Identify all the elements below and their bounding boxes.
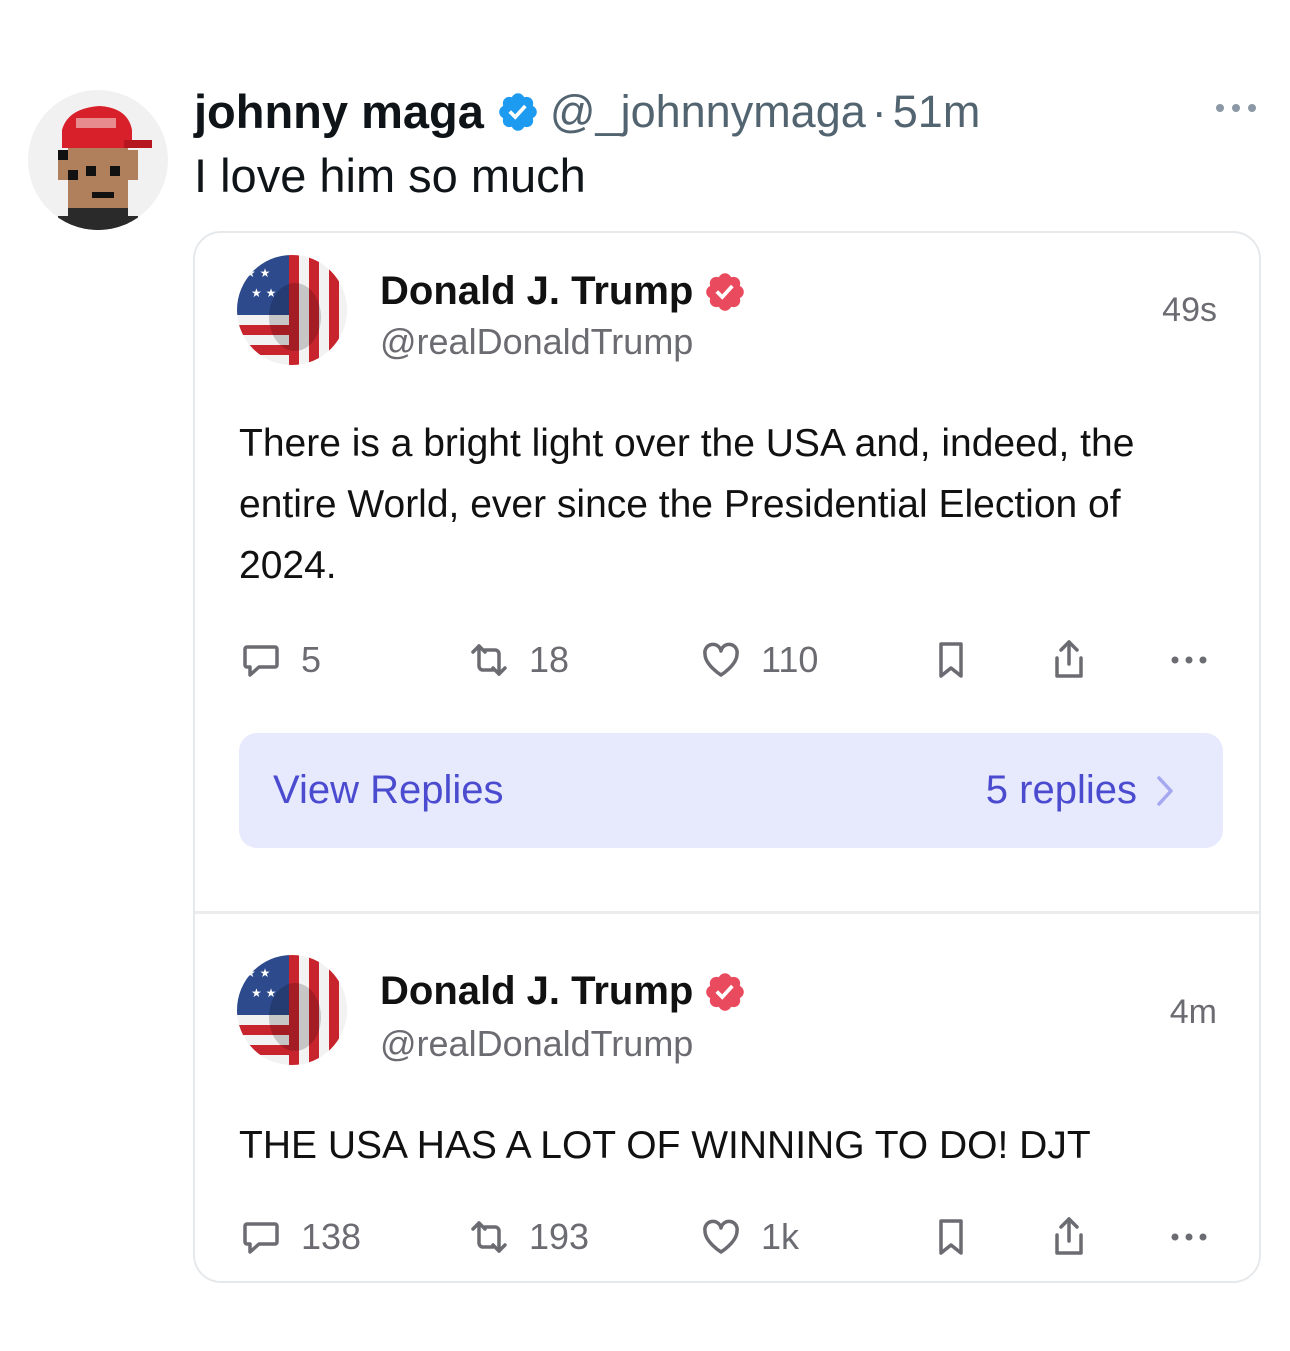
replies-count-link: 5 replies (986, 768, 1175, 813)
quoted-post-text: There is a bright light over the USA and… (239, 422, 1135, 587)
heart-icon (703, 1219, 739, 1254)
reply-button[interactable]: 138 (239, 1215, 361, 1259)
tweet-header: johnny maga @_johnnymaga · 51m (194, 84, 980, 139)
author-handle[interactable]: @_johnnymaga (550, 86, 866, 138)
comment-icon (243, 1222, 279, 1254)
user-avatar[interactable] (28, 90, 168, 230)
verified-badge-icon (706, 972, 745, 1011)
bookmark-button[interactable] (929, 638, 991, 682)
bookmark-button[interactable] (929, 1215, 991, 1259)
quoted-author-name-text: Donald J. Trump (380, 969, 694, 1013)
post-action-bar: 5 18 110 (239, 638, 1215, 688)
more-options-icon (1171, 1233, 1207, 1241)
more-options-button[interactable] (1167, 1215, 1229, 1259)
post-divider (195, 911, 1259, 914)
like-button[interactable]: 1k (699, 1215, 799, 1259)
repost-icon (471, 644, 507, 676)
repost-button[interactable]: 193 (467, 1215, 589, 1259)
quoted-media-card[interactable]: ★ ★ ★ ★ Donald J. Trump @realDonaldTrump… (193, 231, 1261, 1283)
separator-dot: · (871, 85, 887, 137)
quoted-author-name[interactable]: Donald J. Trump (380, 269, 747, 314)
svg-text:★ ★: ★ ★ (245, 266, 270, 280)
more-options-icon[interactable] (1212, 96, 1260, 120)
like-button[interactable]: 110 (699, 638, 818, 682)
svg-text:★ ★: ★ ★ (245, 966, 270, 980)
post-action-bar: 138 193 1k (239, 1215, 1215, 1265)
quoted-post-timestamp[interactable]: 49s (1162, 291, 1217, 330)
view-replies-label: View Replies (273, 768, 504, 812)
quoted-author-name-text: Donald J. Trump (380, 269, 694, 313)
svg-text:★ ★: ★ ★ (251, 286, 276, 300)
replies-count-label: 5 replies (985, 768, 1137, 812)
share-button[interactable] (1047, 1215, 1109, 1259)
trump-avatar[interactable]: ★ ★ ★ ★ (237, 955, 347, 1065)
chevron-right-icon (1157, 775, 1173, 806)
repost-button[interactable]: 18 (467, 638, 569, 682)
reply-button[interactable]: 5 (239, 638, 321, 682)
repost-count: 18 (529, 639, 570, 680)
more-options-icon (1171, 656, 1207, 664)
verified-badge-icon (499, 92, 537, 131)
more-options-button[interactable] (1167, 638, 1229, 682)
verified-badge-icon (706, 272, 745, 311)
tweet-text: I love him so much (194, 149, 586, 202)
reply-count: 5 (301, 639, 322, 680)
share-icon (1055, 1217, 1083, 1255)
like-count: 110 (761, 639, 819, 680)
svg-text:★ ★: ★ ★ (251, 986, 276, 1000)
trump-avatar[interactable]: ★ ★ ★ ★ (237, 255, 347, 365)
comment-icon (243, 645, 279, 677)
quoted-post: ★ ★ ★ ★ Donald J. Trump @realDonaldTrump… (195, 233, 1259, 913)
quoted-post: ★ ★ ★ ★ Donald J. Trump @realDonaldTrump… (195, 915, 1259, 1281)
quoted-author-name[interactable]: Donald J. Trump (380, 969, 747, 1014)
share-button[interactable] (1047, 638, 1109, 682)
author-name[interactable]: johnny maga (194, 84, 484, 139)
quoted-post-timestamp[interactable]: 4m (1170, 993, 1217, 1032)
repost-count: 193 (529, 1216, 590, 1257)
bookmark-icon (939, 642, 963, 678)
quoted-author-handle[interactable]: @realDonaldTrump (380, 321, 693, 363)
share-icon (1055, 640, 1083, 678)
heart-icon (703, 642, 739, 677)
repost-icon (471, 1221, 507, 1253)
bookmark-icon (939, 1219, 963, 1255)
tweet-timestamp[interactable]: 51m (893, 86, 981, 138)
reply-count: 138 (301, 1216, 362, 1257)
like-count: 1k (761, 1216, 800, 1257)
quoted-post-text: THE USA HAS A LOT OF WINNING TO DO! DJT (239, 1124, 1091, 1167)
quoted-author-handle[interactable]: @realDonaldTrump (380, 1023, 693, 1065)
view-replies-button[interactable]: View Replies 5 replies (239, 733, 1223, 848)
